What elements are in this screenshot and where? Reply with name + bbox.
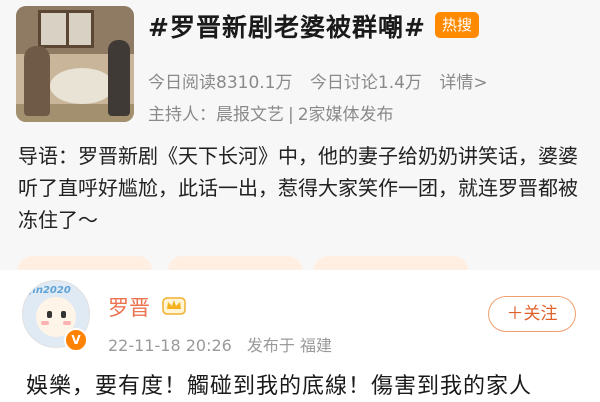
username[interactable]: 罗晋 (108, 292, 150, 322)
related-chip[interactable] (314, 256, 468, 270)
media-count[interactable]: 2家媒体发布 (298, 105, 394, 125)
verified-badge-icon: V (64, 328, 88, 352)
crown-icon (162, 297, 186, 315)
avatar-eye (61, 311, 66, 318)
topic-title[interactable]: #罗晋新剧老婆被群嘲# (148, 8, 426, 44)
avatar-caption: jin2020 (29, 285, 71, 296)
follow-button[interactable]: ＋关注 (488, 296, 576, 332)
topic-stats: 今日阅读8310.1万 今日讨论1.4万 详情> (148, 68, 500, 93)
topic-card: #罗晋新剧老婆被群嘲# 热搜 今日阅读8310.1万 今日讨论1.4万 详情> … (0, 0, 600, 270)
post-meta: 22-11-18 20:26 发布于 福建 (108, 332, 342, 356)
topic-intro: 导语：罗晋新剧《天下长河》中，他的妻子给奶奶讲笑话，婆婆听了直呼好尴尬，此话一出… (18, 144, 578, 232)
weibo-post: jin2020 V 罗晋 22-11-18 20:26 发布于 福建 ＋关注 娛… (0, 270, 600, 402)
host-info: 主持人：晨报文艺 | 2家媒体发布 (148, 105, 394, 125)
topic-thumbnail[interactable] (16, 6, 134, 122)
thumb-figure-right (108, 40, 130, 116)
avatar-eye (47, 311, 52, 318)
discussion-count: 今日讨论1.4万 (309, 73, 422, 93)
related-chips (18, 252, 584, 270)
read-count: 今日阅读8310.1万 (148, 73, 293, 93)
avatar-blush (41, 321, 49, 325)
thumb-figure-left (24, 46, 50, 116)
hot-badge: 热搜 (435, 12, 479, 38)
avatar-blush (63, 321, 71, 325)
host-label: 主持人：晨报文艺 (148, 105, 284, 125)
related-chip[interactable] (18, 256, 152, 270)
detail-link[interactable]: 详情> (439, 73, 487, 93)
thumb-window (38, 10, 94, 48)
related-chip[interactable] (168, 256, 302, 270)
thumb-table (50, 68, 114, 104)
post-location: 发布于 福建 (246, 336, 333, 355)
post-text: 娛樂，要有度！觸碰到我的底線！傷害到我的家人 (26, 374, 533, 399)
post-timestamp: 22-11-18 20:26 (108, 336, 232, 355)
